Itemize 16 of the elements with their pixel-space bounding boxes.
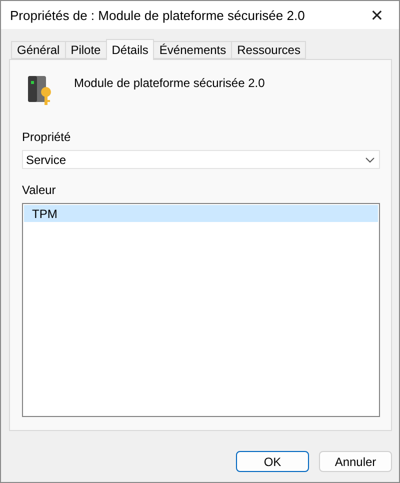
window-title: Propriétés de : Module de plateforme sécurisée 2.0 [10,8,305,22]
tab[interactable]: Événements [153,41,232,59]
list-item[interactable]: TPM [24,205,378,222]
chevron-down-icon [365,156,375,162]
dialog-button[interactable]: OK [236,451,309,472]
tab[interactable]: Ressources [231,41,306,59]
property-dropdown[interactable]: Service [22,150,380,169]
tab[interactable]: Général [11,41,66,59]
dialog-button[interactable]: Annuler [319,451,392,472]
tab[interactable]: Détails [106,39,154,60]
device-icon [26,74,54,106]
close-button[interactable]: ✕ [355,1,399,29]
tab[interactable]: Pilote [64,41,107,59]
value-label: Valeur [22,183,57,197]
property-label: Propriété [22,130,72,144]
device-name: Module de plateforme sécurisée 2.0 [74,76,265,90]
